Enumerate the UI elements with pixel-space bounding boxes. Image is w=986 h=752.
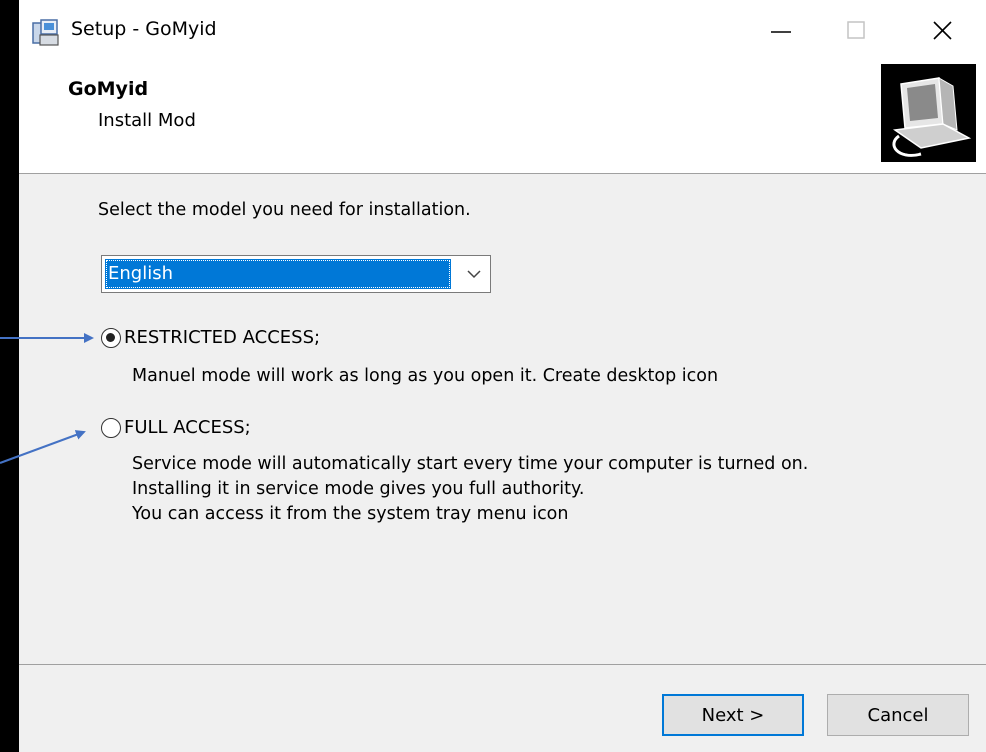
annotation-arrows [0, 333, 94, 464]
annotation-arrow-full [0, 430, 86, 464]
